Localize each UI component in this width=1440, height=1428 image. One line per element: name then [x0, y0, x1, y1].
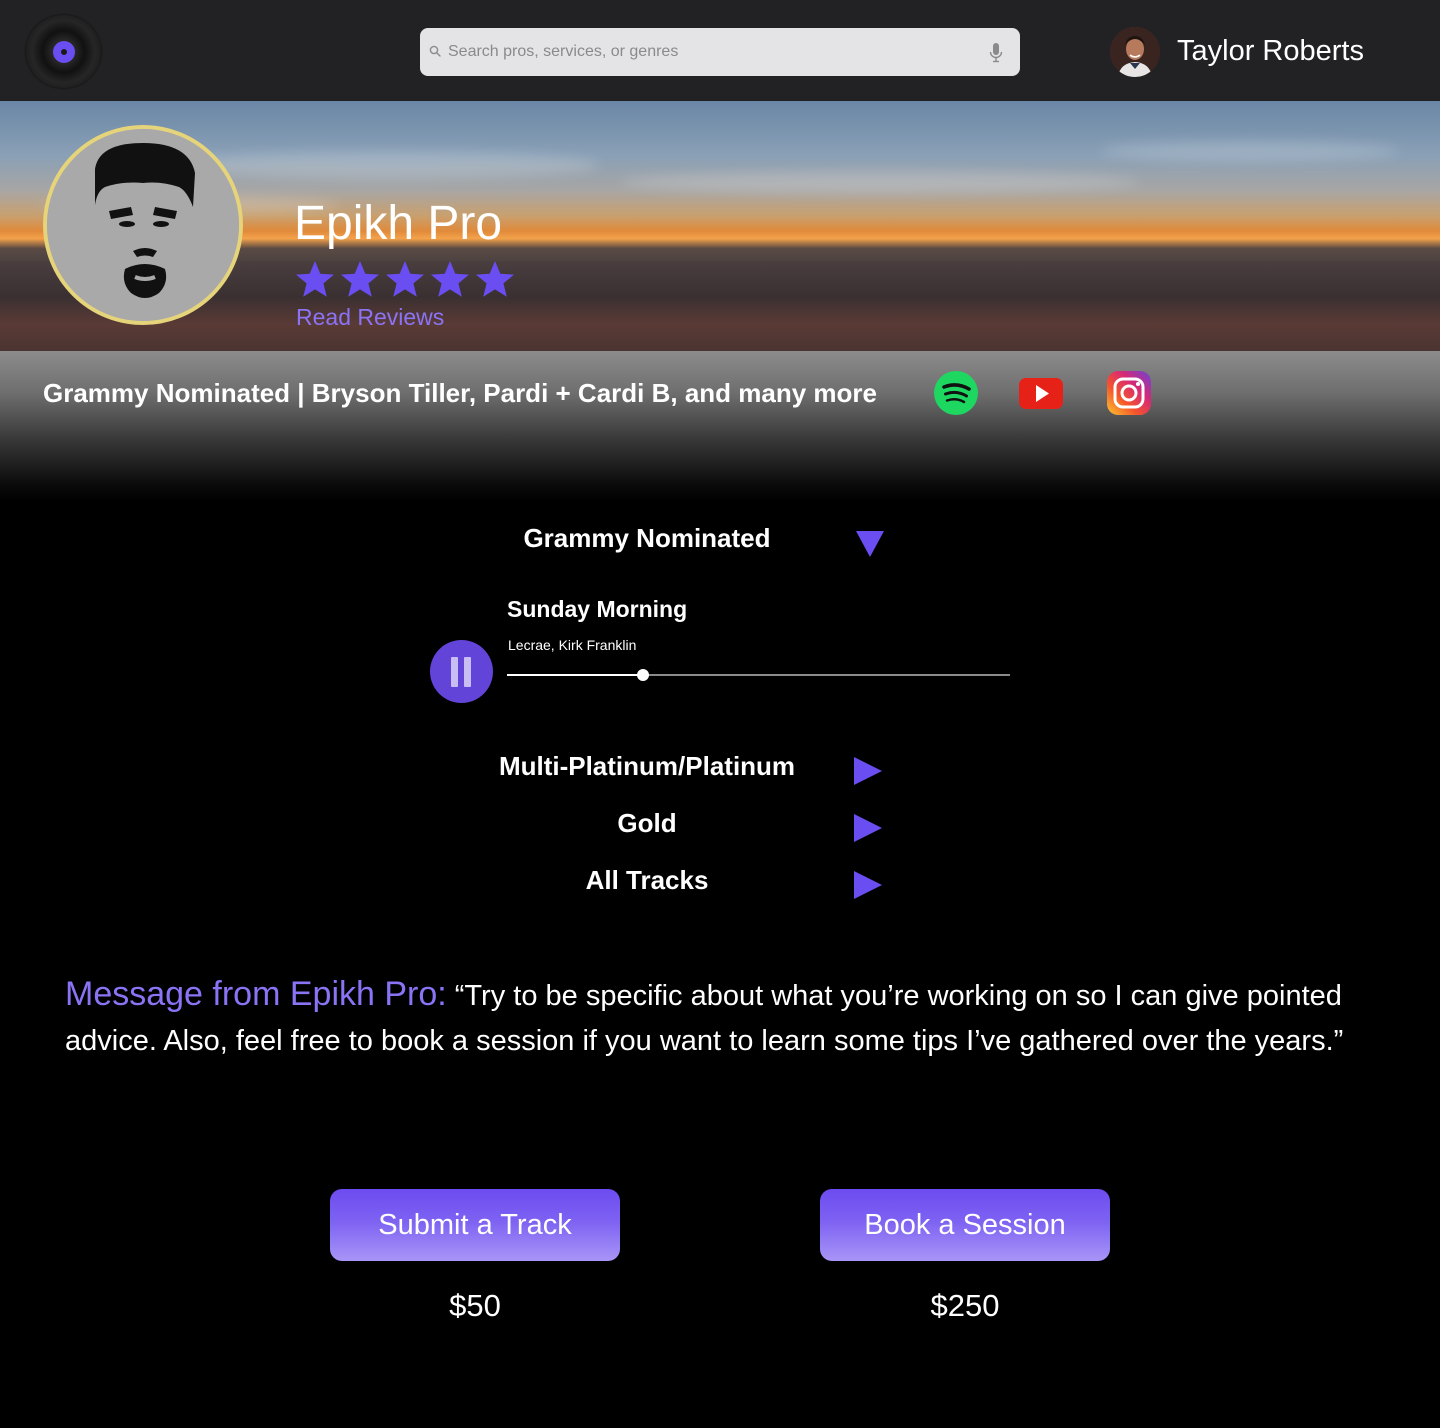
section-multi-platinum[interactable]: Multi-Platinum/Platinum — [440, 751, 920, 791]
track-title: Sunday Morning — [507, 596, 688, 622]
instagram-icon[interactable] — [1106, 370, 1152, 416]
track-artist: Lecrae, Kirk Franklin — [508, 637, 637, 653]
progress-fill — [507, 674, 643, 676]
pro-avatar — [43, 125, 243, 325]
top-bar: Taylor Roberts — [0, 0, 1440, 101]
banner-cloud — [180, 151, 600, 179]
book-session-button[interactable]: Book a Session — [820, 1189, 1110, 1261]
triangle-right-icon[interactable] — [852, 755, 884, 787]
vinyl-record-icon[interactable] — [26, 15, 101, 88]
star-icon — [296, 261, 334, 297]
star-icon — [476, 261, 514, 297]
credits-text: Grammy Nominated | Bryson Tiller, Pardi … — [43, 378, 877, 408]
section-label: Grammy Nominated — [523, 523, 771, 553]
pro-name: Epikh Pro — [294, 197, 503, 250]
spotify-icon[interactable] — [933, 370, 979, 416]
search-input[interactable] — [448, 28, 988, 76]
microphone-icon[interactable] — [988, 42, 1004, 64]
credits-bar: Grammy Nominated | Bryson Tiller, Pardi … — [0, 351, 1440, 501]
section-gold[interactable]: Gold — [440, 808, 920, 848]
user-portrait-icon — [1110, 27, 1160, 77]
submit-track-price: $50 — [449, 1288, 501, 1323]
track-progress-slider[interactable] — [507, 668, 1010, 682]
pause-bar — [464, 657, 471, 687]
star-icon — [341, 261, 379, 297]
triangle-right-icon[interactable] — [852, 812, 884, 844]
rating-stars — [294, 258, 516, 300]
pro-portrait-icon — [47, 129, 239, 321]
banner-cloud — [1100, 141, 1400, 161]
pause-bar — [451, 657, 458, 687]
pause-button[interactable] — [430, 640, 493, 703]
read-reviews-link[interactable]: Read Reviews — [296, 304, 444, 331]
section-grammy-nominated[interactable]: Grammy Nominated — [440, 523, 920, 563]
user-name[interactable]: Taylor Roberts — [1177, 35, 1364, 68]
logo-center — [53, 41, 75, 63]
triangle-right-icon[interactable] — [852, 869, 884, 901]
section-label: All Tracks — [585, 865, 709, 895]
avatar[interactable] — [1110, 27, 1160, 77]
pro-message: Message from Epikh Pro: “Try to be speci… — [65, 972, 1395, 1064]
search-icon — [429, 45, 441, 57]
submit-track-button[interactable]: Submit a Track — [330, 1189, 620, 1261]
track-player: Sunday Morning Lecrae, Kirk Franklin — [430, 596, 1020, 706]
section-all-tracks[interactable]: All Tracks — [440, 865, 920, 905]
section-label: Gold — [617, 808, 677, 838]
star-icon — [386, 261, 424, 297]
section-label: Multi-Platinum/Platinum — [498, 751, 796, 781]
progress-thumb[interactable] — [636, 669, 649, 681]
search-bar[interactable] — [420, 28, 1020, 76]
banner-cloud — [620, 171, 1140, 193]
message-label: Message from Epikh Pro: — [65, 975, 447, 1013]
book-session-price: $250 — [930, 1288, 1000, 1323]
star-icon — [431, 261, 469, 297]
triangle-down-icon[interactable] — [854, 527, 886, 559]
youtube-icon[interactable] — [1018, 370, 1064, 416]
